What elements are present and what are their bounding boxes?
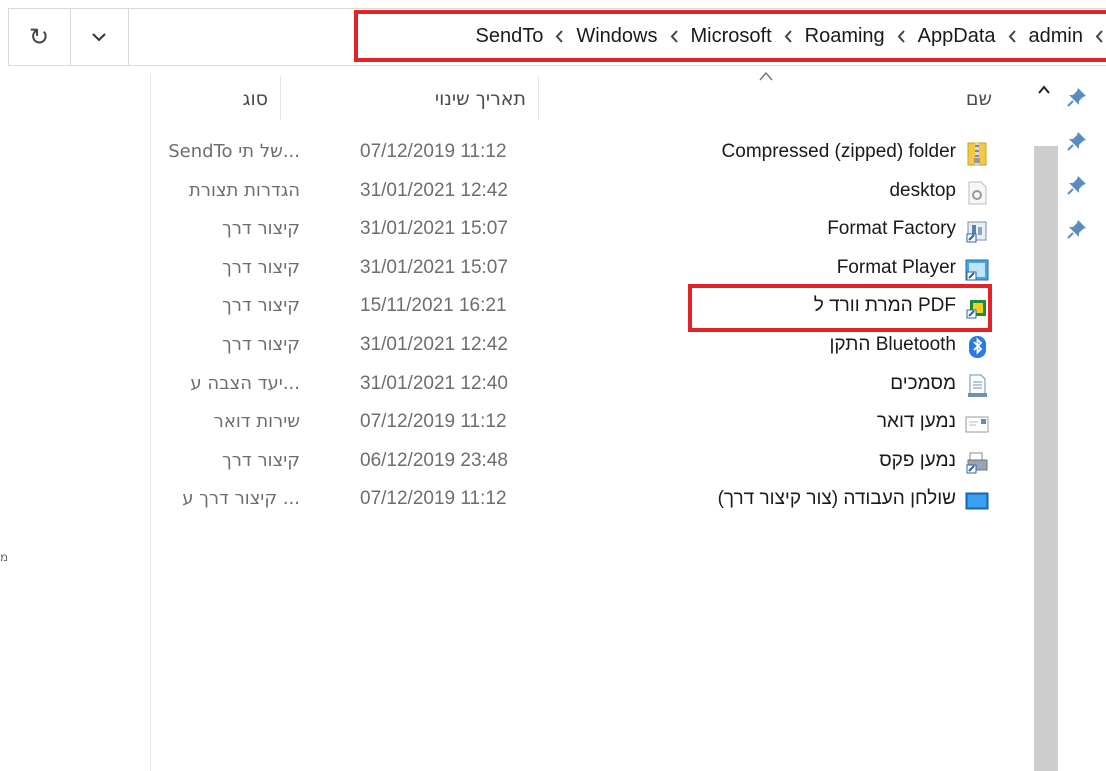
bluetooth-icon <box>969 335 986 358</box>
file-type: ...של תי SendTo <box>168 141 300 162</box>
scrollbar-thumb[interactable] <box>1034 146 1058 771</box>
breadcrumb-separator-icon <box>778 29 799 43</box>
file-row[interactable]: קיצור דרך 06/12/2019 23:48 נמען פקס <box>150 443 1030 482</box>
pin-icon <box>1067 176 1086 195</box>
file-row[interactable]: ...של תי SendTo 07/12/2019 11:12 Compres… <box>150 134 1030 173</box>
file-row[interactable]: קיצור דרך 31/01/2021 15:07 Format Factor… <box>150 211 1030 250</box>
breadcrumb-item-roaming[interactable]: Roaming <box>799 25 891 48</box>
chevron-up-icon <box>1038 85 1050 94</box>
file-name: שולחן העבודה (צור קיצור דרך) <box>717 488 956 510</box>
column-header-date[interactable]: תאריך שינוי <box>280 76 539 120</box>
pin-item[interactable] <box>1062 218 1092 262</box>
file-row[interactable]: הגדרות תצורת 31/01/2021 12:42 desktop <box>150 173 1030 212</box>
file-date: 07/12/2019 11:12 <box>360 141 507 162</box>
column-header-date-label: תאריך שינוי <box>434 88 526 110</box>
file-date: 15/11/2021 16:21 <box>360 295 507 317</box>
file-date: 31/01/2021 12:40 <box>360 372 508 394</box>
column-header-name[interactable]: שם <box>538 76 1028 120</box>
file-type: שירות דואר <box>213 411 300 433</box>
file-type: הגדרות תצורת <box>188 179 300 201</box>
nav-pane-clipped-text: מ <box>0 550 9 564</box>
breadcrumb-item-admin[interactable]: admin <box>1023 25 1089 48</box>
file-type: קיצור דרך <box>222 449 300 471</box>
recent-locations-button[interactable] <box>70 9 129 65</box>
file-type: ... קיצור דרך ע <box>182 488 300 510</box>
file-date: 31/01/2021 12:42 <box>360 333 508 355</box>
sort-ascending-icon <box>759 71 773 81</box>
file-type: קיצור דרך <box>222 256 300 278</box>
chevron-down-icon <box>92 33 106 42</box>
format-player-icon <box>965 259 989 281</box>
file-date: 07/12/2019 11:12 <box>360 488 507 510</box>
pin-item[interactable] <box>1062 86 1092 130</box>
file-row[interactable]: ...יעד הצבה ע 31/01/2021 12:40 מסמכים <box>150 366 1030 405</box>
pin-icon <box>1067 220 1086 239</box>
refresh-button[interactable]: ↻ <box>8 9 71 65</box>
file-name: Bluetooth התקן <box>829 333 956 355</box>
file-date: 31/01/2021 15:07 <box>360 218 508 240</box>
documents-icon <box>968 374 987 397</box>
breadcrumb-separator-icon <box>549 29 570 43</box>
file-name: נמען דואר <box>876 411 956 433</box>
address-toolbar: ↻ admin AppData Roaming Microsoft Window… <box>0 0 1106 74</box>
config-file-icon <box>968 181 987 205</box>
fax-icon <box>966 452 988 474</box>
breadcrumb-item-windows[interactable]: Windows <box>570 25 663 48</box>
pin-item[interactable] <box>1062 130 1092 174</box>
file-date: 07/12/2019 11:12 <box>360 411 507 433</box>
file-type: קיצור דרך <box>222 295 300 317</box>
pin-icon <box>1067 132 1086 151</box>
scroll-up-button[interactable] <box>1030 78 1058 102</box>
breadcrumb[interactable]: admin AppData Roaming Microsoft Windows … <box>354 10 1106 62</box>
breadcrumb-item-appdata[interactable]: AppData <box>912 25 1002 48</box>
file-row[interactable]: ... קיצור דרך ע 07/12/2019 11:12 שולחן ה… <box>150 481 1030 520</box>
breadcrumb-separator-icon <box>891 29 912 43</box>
column-header-type[interactable]: סוג <box>150 76 281 120</box>
file-name: PDF המרת וורד ל <box>813 295 956 317</box>
file-name: Format Player <box>836 256 956 278</box>
file-date: 06/12/2019 23:48 <box>360 449 508 471</box>
column-header-name-label: שם <box>965 88 992 110</box>
quick-access-pins <box>1062 86 1092 262</box>
file-name: Compressed (zipped) folder <box>721 141 956 162</box>
file-name: מסמכים <box>890 372 956 394</box>
pin-item[interactable] <box>1062 174 1092 218</box>
zip-folder-icon <box>967 142 987 166</box>
mail-icon <box>965 416 989 433</box>
file-name: נמען פקס <box>879 449 956 471</box>
file-name: desktop <box>889 179 956 201</box>
file-type: קיצור דרך <box>222 333 300 355</box>
breadcrumb-separator-icon <box>1002 29 1023 43</box>
file-date: 31/01/2021 15:07 <box>360 256 508 278</box>
column-header-type-label: סוג <box>242 88 268 110</box>
breadcrumb-item-microsoft[interactable]: Microsoft <box>685 25 778 48</box>
file-row[interactable]: קיצור דרך 31/01/2021 12:42 Bluetooth התק… <box>150 327 1030 366</box>
file-name: Format Factory <box>827 218 956 240</box>
refresh-icon: ↻ <box>28 23 50 51</box>
format-factory-icon <box>966 221 987 243</box>
pin-icon <box>1067 88 1086 107</box>
breadcrumb-separator-icon <box>664 29 685 43</box>
breadcrumb-item-sendto[interactable]: SendTo <box>470 25 550 48</box>
file-type: קיצור דרך <box>222 218 300 240</box>
file-type: ...יעד הצבה ע <box>190 372 300 394</box>
file-row-selected[interactable]: קיצור דרך 15/11/2021 16:21 PDF המרת וורד… <box>150 288 1030 327</box>
pdf-converter-icon <box>966 300 986 319</box>
file-row[interactable]: שירות דואר 07/12/2019 11:12 נמען דואר <box>150 404 1030 443</box>
file-list: ...של תי SendTo 07/12/2019 11:12 Compres… <box>150 134 1030 520</box>
desktop-icon <box>965 492 989 510</box>
breadcrumb-separator-icon <box>1089 29 1106 43</box>
file-row[interactable]: קיצור דרך 31/01/2021 15:07 Format Player <box>150 250 1030 289</box>
file-date: 31/01/2021 12:42 <box>360 179 508 201</box>
